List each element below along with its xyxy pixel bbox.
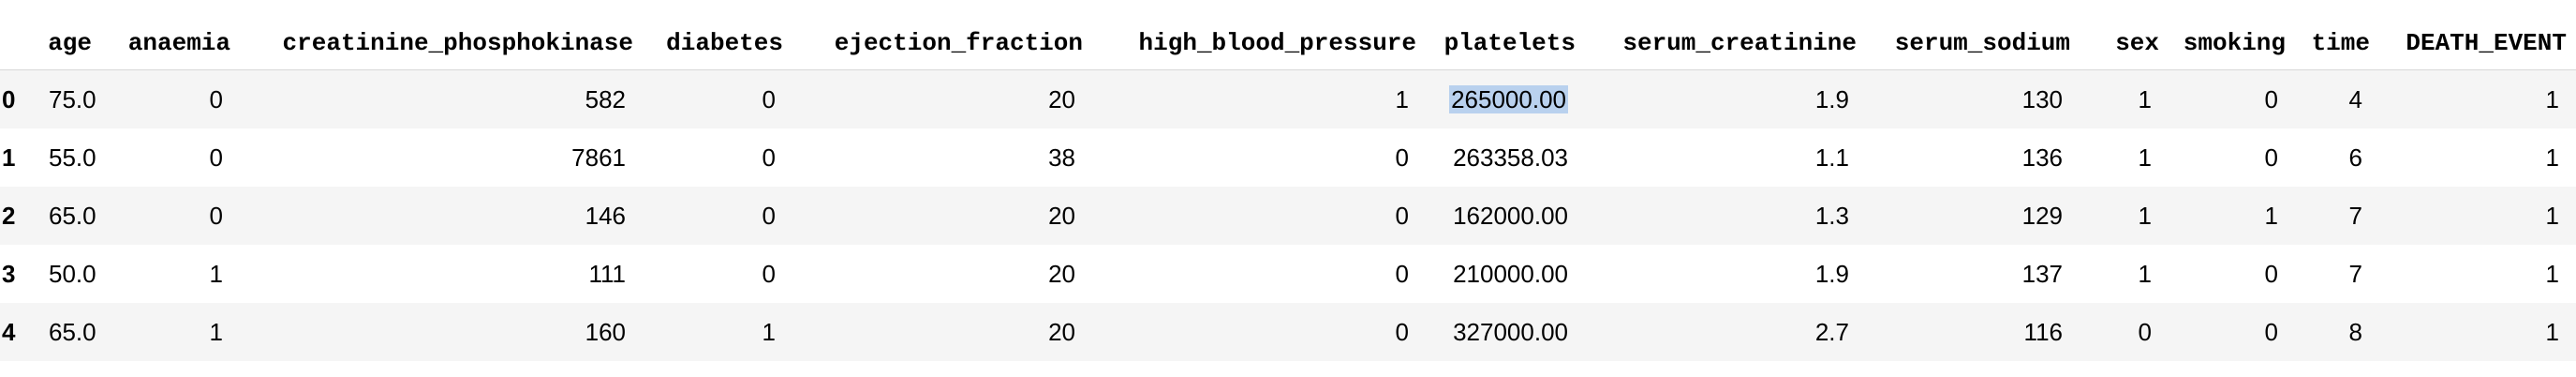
table-cell: 50.0 [49,259,96,288]
table-cell: 0 [2264,259,2278,288]
table-cell: 20 [1048,201,1075,230]
table-cell: 0 [2264,143,2278,172]
table-cell: 1 [2545,84,2559,113]
table-cell: 130 [2021,84,2063,113]
table-cell: 136 [2021,143,2063,172]
table-cell: 162000.00 [1453,201,1568,230]
table-cell: 0 [2264,317,2278,346]
table-cell: 8 [2348,317,2362,346]
table-cell: 327000.00 [1453,317,1568,346]
dataframe-table: age anaemia creatinine_phosphokinase dia… [0,17,2576,361]
table-cell: 1 [2138,201,2152,230]
table-cell: 1 [2545,317,2559,346]
table-cell: 1 [2138,259,2152,288]
column-header: sex [2080,17,2169,70]
table-cell: 129 [2021,201,2063,230]
table-cell: 111 [588,259,626,288]
table-cell: 0 [1395,201,1409,230]
table-cell: 1 [209,317,223,346]
table-cell: 38 [1048,143,1075,172]
table-cell: 7 [2348,259,2362,288]
table-cell: 1.1 [1814,143,1849,172]
table-cell: 116 [2023,317,2063,346]
index-header [0,17,37,70]
dataframe-output: age anaemia creatinine_phosphokinase dia… [0,17,2576,361]
table-cell: 65.0 [49,201,96,230]
table-cell: 75.0 [49,84,96,113]
table-cell: 1.9 [1814,84,1849,113]
table-row: 2 65.0 0 146 0 20 0 162000.00 1.3 129 1 … [0,187,2576,245]
table-cell: 582 [585,84,626,113]
row-index: 3 [2,259,16,288]
table-row: 4 65.0 1 160 1 20 0 327000.00 2.7 116 0 … [0,303,2576,361]
row-index: 2 [2,201,16,230]
table-cell: 20 [1048,317,1075,346]
table-cell: 0 [1395,143,1409,172]
table-cell: 210000.00 [1453,259,1568,288]
table-cell: 20 [1048,84,1075,113]
column-header: serum_creatinine [1585,17,1866,70]
table-cell: 1.9 [1814,259,1849,288]
table-cell: 0 [209,201,223,230]
table-cell: 7 [2348,201,2362,230]
header-row: age anaemia creatinine_phosphokinase dia… [0,17,2576,70]
table-cell: 0 [1395,259,1409,288]
table-cell: 0 [2138,317,2152,346]
table-cell: 146 [585,201,626,230]
table-cell: 55.0 [49,143,96,172]
table-cell: 1 [209,259,223,288]
column-header: DEATH_EVENT [2379,17,2576,70]
table-cell: 1.3 [1814,201,1849,230]
table-cell: 6 [2348,143,2362,172]
table-cell: 265000.00 [1426,70,1585,129]
table-cell: 65.0 [49,317,96,346]
table-cell: 0 [1395,317,1409,346]
table-cell: 160 [585,317,626,346]
table-cell: 1 [2545,143,2559,172]
column-header: ejection_fraction [792,17,1092,70]
row-index: 0 [2,84,16,113]
table-cell: 1 [1395,84,1409,113]
column-header: anaemia [101,17,240,70]
table-cell: 1 [2545,201,2559,230]
table-cell: 0 [762,259,776,288]
row-index: 1 [2,143,16,172]
column-header: serum_sodium [1866,17,2080,70]
table-cell: 1 [2545,259,2559,288]
table-cell: 1 [762,317,776,346]
column-header: platelets [1426,17,1585,70]
column-header: diabetes [643,17,792,70]
column-header: age [37,17,101,70]
row-index: 4 [2,317,16,346]
table-cell: 1 [2138,143,2152,172]
table-cell: 137 [2021,259,2063,288]
table-cell: 4 [2348,84,2362,113]
table-row: 0 75.0 0 582 0 20 1 265000.00 1.9 130 1 … [0,69,2576,129]
table-cell: 0 [2264,84,2278,113]
table-row: 1 55.0 0 7861 0 38 0 263358.03 1.1 136 1… [0,128,2576,187]
table-cell: 1 [2138,84,2152,113]
table-cell: 20 [1048,259,1075,288]
selected-text[interactable]: 265000.00 [1449,84,1568,113]
column-header: creatinine_phosphokinase [240,17,643,70]
table-cell: 2.7 [1814,317,1849,346]
column-header: time [2295,17,2379,70]
table-cell: 7861 [571,143,626,172]
table-row: 3 50.0 1 111 0 20 0 210000.00 1.9 137 1 … [0,245,2576,303]
table-cell: 0 [762,143,776,172]
table-cell: 0 [209,84,223,113]
column-header: smoking [2169,17,2295,70]
table-cell: 263358.03 [1453,143,1568,172]
table-cell: 0 [209,143,223,172]
table-cell: 1 [2264,201,2278,230]
table-cell: 0 [762,201,776,230]
table-cell: 0 [762,84,776,113]
column-header: high_blood_pressure [1092,17,1426,70]
